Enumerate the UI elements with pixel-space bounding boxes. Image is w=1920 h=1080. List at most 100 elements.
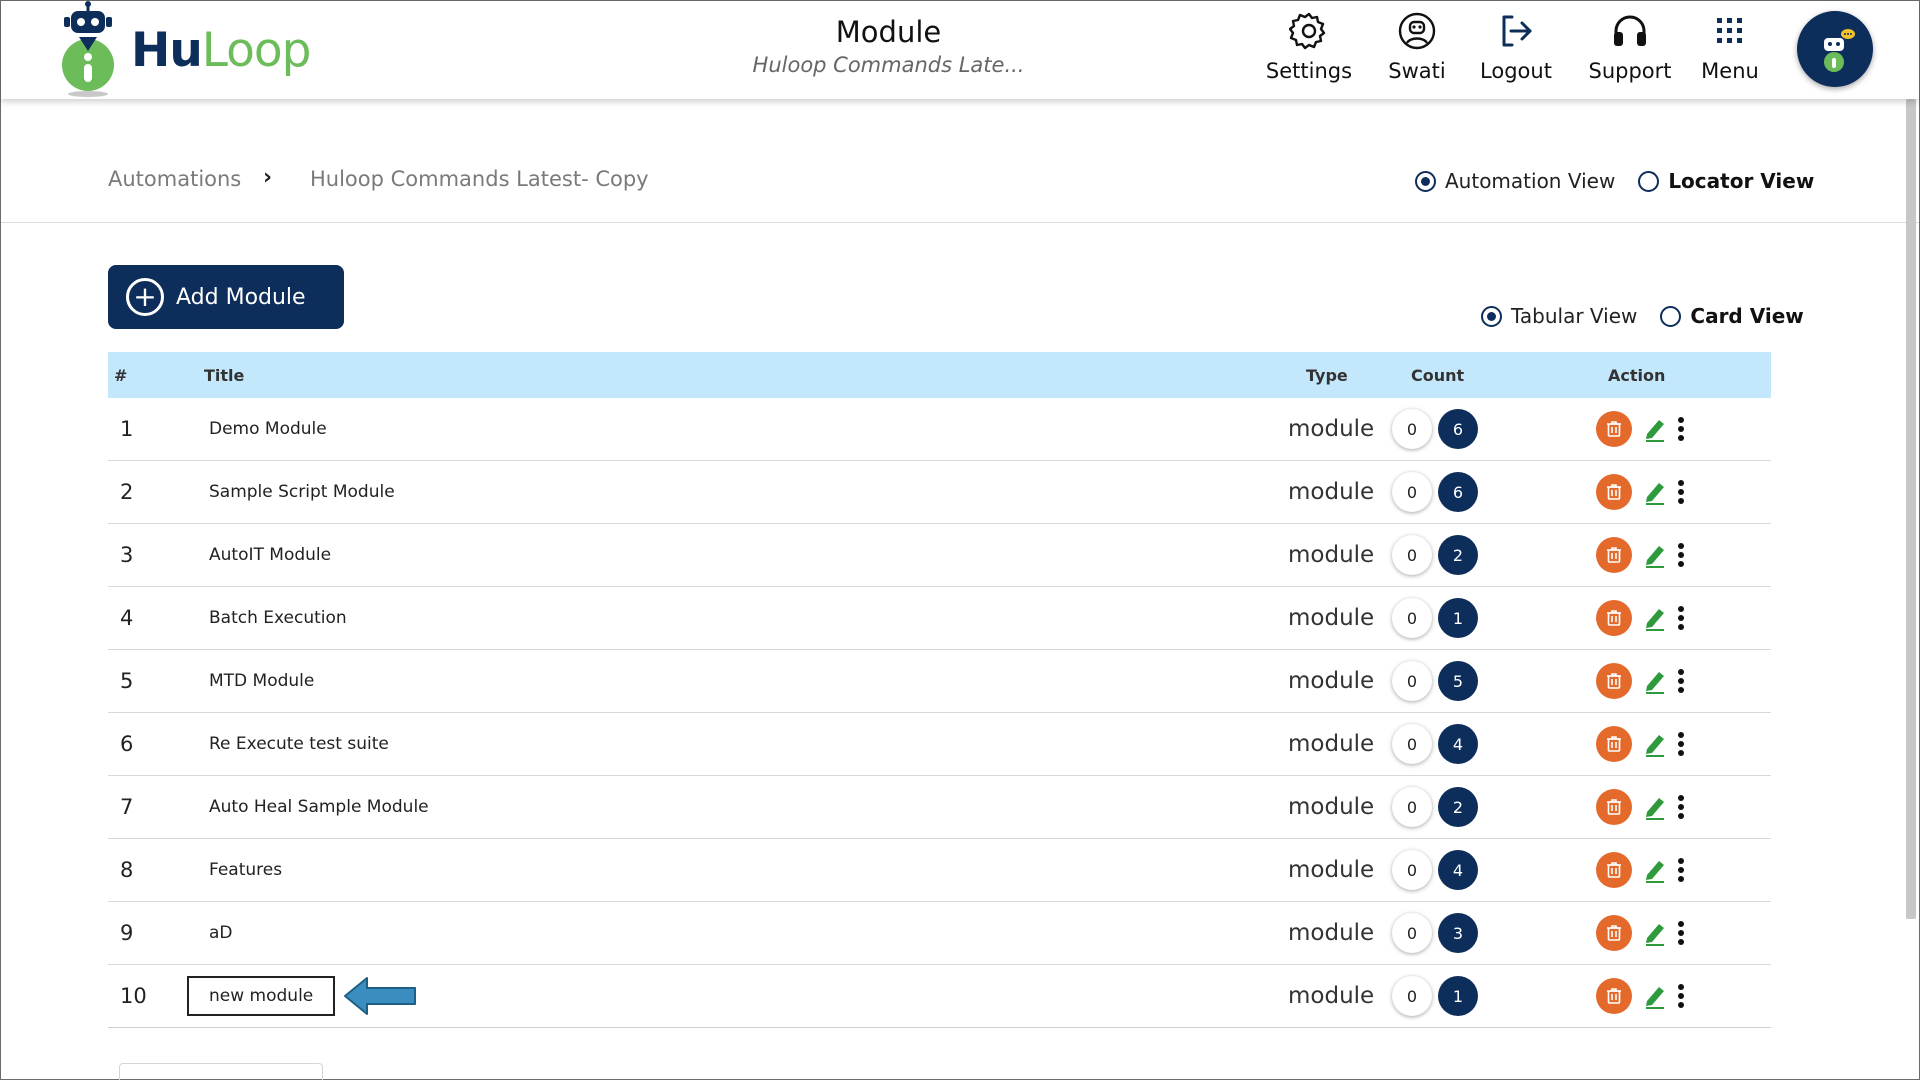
row-title[interactable]: aD — [209, 923, 233, 943]
row-type: module — [1288, 479, 1375, 505]
card-view-radio[interactable] — [1660, 305, 1682, 327]
row-count: 0 3 — [1392, 913, 1478, 953]
count-badge-dark[interactable]: 2 — [1438, 535, 1478, 575]
count-badge-dark[interactable]: 6 — [1438, 409, 1478, 449]
trash-icon[interactable] — [1596, 474, 1632, 510]
table-row[interactable]: 8 Features module 0 4 — [108, 839, 1771, 902]
trash-icon[interactable] — [1596, 600, 1632, 636]
table-row[interactable]: 2 Sample Script Module module 0 6 — [108, 461, 1771, 524]
trash-icon[interactable] — [1596, 789, 1632, 825]
trash-icon[interactable] — [1596, 978, 1632, 1014]
kebab-icon[interactable] — [1674, 604, 1688, 632]
row-title[interactable]: Auto Heal Sample Module — [209, 797, 429, 817]
kebab-icon[interactable] — [1674, 730, 1688, 758]
header-num: # — [114, 366, 128, 385]
trash-icon[interactable] — [1596, 852, 1632, 888]
count-badge-dark[interactable]: 4 — [1438, 724, 1478, 764]
nav-user[interactable]: Swati — [1381, 9, 1453, 89]
count-badge-light[interactable]: 0 — [1392, 787, 1432, 827]
table-row[interactable]: 1 Demo Module module 0 6 — [108, 398, 1771, 461]
pencil-icon[interactable] — [1642, 729, 1668, 759]
pencil-icon[interactable] — [1642, 918, 1668, 948]
row-title[interactable]: Demo Module — [209, 419, 327, 439]
kebab-icon[interactable] — [1674, 793, 1688, 821]
row-title[interactable]: AutoIT Module — [209, 545, 331, 565]
table-row[interactable]: 4 Batch Execution module 0 1 — [108, 587, 1771, 650]
locator-view-radio[interactable] — [1638, 170, 1660, 192]
pencil-icon[interactable] — [1642, 666, 1668, 696]
row-type: module — [1288, 857, 1375, 883]
table-row[interactable]: 10 new module module 0 1 — [108, 965, 1771, 1028]
card-view-label[interactable]: Card View — [1690, 304, 1803, 328]
count-badge-dark[interactable]: 1 — [1438, 598, 1478, 638]
count-badge-light[interactable]: 0 — [1392, 724, 1432, 764]
pencil-icon[interactable] — [1642, 540, 1668, 570]
count-badge-light[interactable]: 0 — [1392, 850, 1432, 890]
count-badge-light[interactable]: 0 — [1392, 913, 1432, 953]
nav-menu[interactable]: Menu — [1697, 9, 1763, 89]
automation-view-radio[interactable] — [1415, 170, 1436, 192]
table-row[interactable]: 3 AutoIT Module module 0 2 — [108, 524, 1771, 587]
pencil-icon[interactable] — [1642, 792, 1668, 822]
pencil-icon[interactable] — [1642, 477, 1668, 507]
kebab-icon[interactable] — [1674, 982, 1688, 1010]
table-row[interactable]: 6 Re Execute test suite module 0 4 — [108, 713, 1771, 776]
tabular-view-label[interactable]: Tabular View — [1511, 304, 1637, 328]
trash-icon[interactable] — [1596, 915, 1632, 951]
count-badge-light[interactable]: 0 — [1392, 976, 1432, 1016]
breadcrumb-bar: Automations › Huloop Commands Latest- Co… — [1, 99, 1919, 223]
row-title[interactable]: MTD Module — [209, 671, 314, 691]
table-row[interactable]: 5 MTD Module module 0 5 — [108, 650, 1771, 713]
locator-view-label[interactable]: Locator View — [1668, 169, 1814, 193]
count-badge-dark[interactable]: 6 — [1438, 472, 1478, 512]
row-count: 0 5 — [1392, 661, 1478, 701]
row-number: 1 — [120, 417, 134, 441]
huloop-logo[interactable]: HuLoop — [57, 1, 312, 99]
row-title[interactable]: Re Execute test suite — [209, 734, 389, 754]
nav-logout[interactable]: Logout — [1478, 9, 1554, 89]
count-badge-light[interactable]: 0 — [1392, 598, 1432, 638]
trash-icon[interactable] — [1596, 411, 1632, 447]
row-type: module — [1288, 983, 1375, 1009]
count-badge-light[interactable]: 0 — [1392, 535, 1432, 575]
pencil-icon[interactable] — [1642, 855, 1668, 885]
add-module-button[interactable]: + Add Module — [108, 265, 344, 329]
count-badge-dark[interactable]: 1 — [1438, 976, 1478, 1016]
count-badge-dark[interactable]: 2 — [1438, 787, 1478, 827]
kebab-icon[interactable] — [1674, 478, 1688, 506]
trash-icon[interactable] — [1596, 726, 1632, 762]
row-title[interactable]: new module — [187, 976, 336, 1016]
automation-view-label[interactable]: Automation View — [1445, 169, 1615, 193]
kebab-icon[interactable] — [1674, 415, 1688, 443]
row-actions — [1596, 600, 1688, 636]
pagination-control[interactable] — [119, 1063, 323, 1080]
kebab-icon[interactable] — [1674, 919, 1688, 947]
count-badge-light[interactable]: 0 — [1392, 409, 1432, 449]
row-title[interactable]: Batch Execution — [209, 608, 347, 628]
row-number: 3 — [120, 543, 134, 567]
count-badge-light[interactable]: 0 — [1392, 661, 1432, 701]
kebab-icon[interactable] — [1674, 541, 1688, 569]
pencil-icon[interactable] — [1642, 603, 1668, 633]
table-row[interactable]: 9 aD module 0 3 — [108, 902, 1771, 965]
row-title[interactable]: Features — [209, 860, 282, 880]
pencil-icon[interactable] — [1642, 981, 1668, 1011]
trash-icon[interactable] — [1596, 663, 1632, 699]
nav-support[interactable]: Support — [1583, 9, 1677, 89]
table-row[interactable]: 7 Auto Heal Sample Module module 0 2 — [108, 776, 1771, 839]
scrollbar[interactable] — [1906, 99, 1916, 919]
breadcrumb-automations[interactable]: Automations — [108, 167, 241, 191]
count-badge-dark[interactable]: 3 — [1438, 913, 1478, 953]
kebab-icon[interactable] — [1674, 667, 1688, 695]
pencil-icon[interactable] — [1642, 414, 1668, 444]
row-title[interactable]: Sample Script Module — [209, 482, 395, 502]
tabular-view-radio[interactable] — [1481, 305, 1502, 327]
trash-icon[interactable] — [1596, 537, 1632, 573]
count-badge-dark[interactable]: 5 — [1438, 661, 1478, 701]
kebab-icon[interactable] — [1674, 856, 1688, 884]
row-number: 9 — [120, 921, 134, 945]
assistant-avatar-button[interactable] — [1797, 11, 1873, 87]
count-badge-dark[interactable]: 4 — [1438, 850, 1478, 890]
nav-settings[interactable]: Settings — [1263, 9, 1355, 89]
count-badge-light[interactable]: 0 — [1392, 472, 1432, 512]
